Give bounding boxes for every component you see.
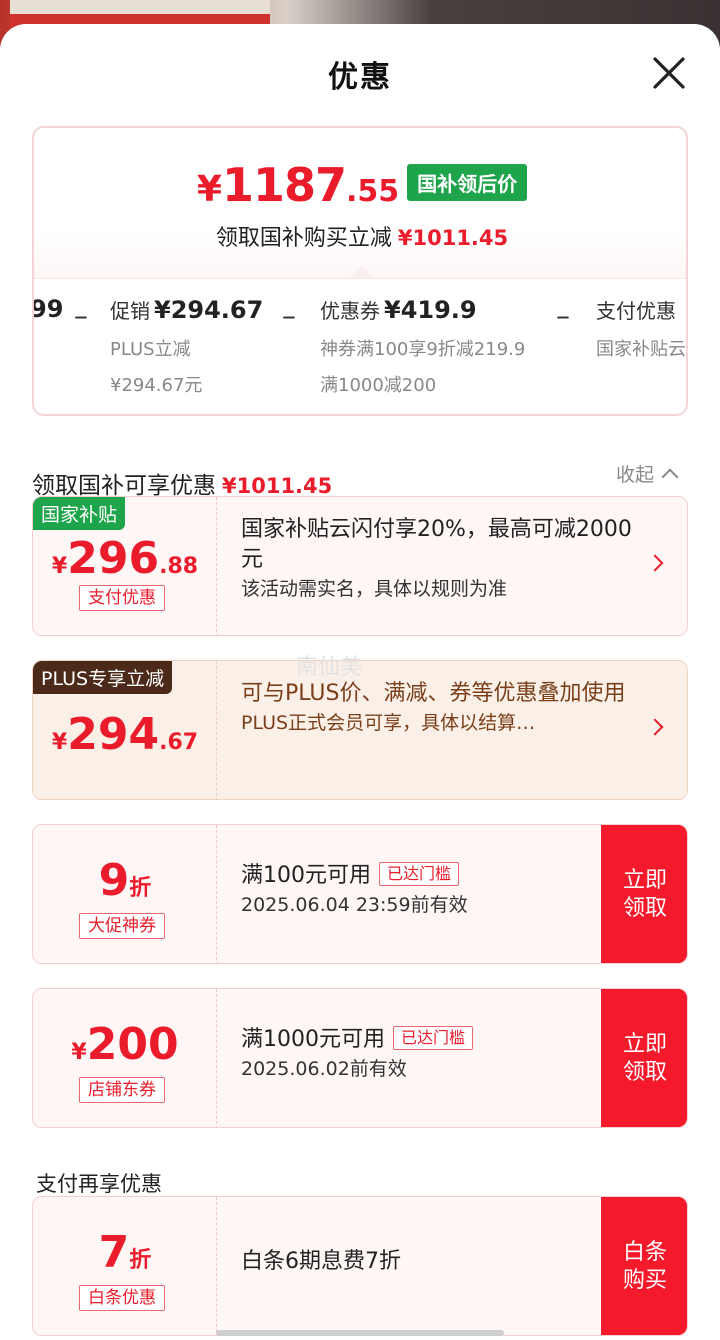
summary-subtitle: 领取国补购买立减 ¥1011.45	[34, 220, 686, 252]
breakdown-label: 支付优惠	[596, 299, 676, 323]
chevron-up-icon	[661, 468, 679, 486]
card-amount: 7折	[98, 1227, 152, 1278]
breakdown-item-coupon: 优惠券 ¥419.9 神券满100享9折减219.9 满1000减200	[320, 295, 525, 404]
card-title: 满1000元可用	[241, 1027, 385, 1052]
breakdown-label: 优惠券	[320, 299, 380, 323]
breakdown-amount: ¥419.9	[384, 296, 477, 324]
card-badge: 国家补贴	[33, 497, 126, 530]
discount-card-plus[interactable]: PLUS专享立减 ¥294.67 可与PLUS价、满减、券等优惠叠加使用 PLU…	[32, 660, 688, 800]
discounts-heading-amount: ¥1011.45	[222, 474, 333, 498]
card-note: 该活动需实名，具体以规则为准	[241, 578, 508, 600]
breakdown-detail: 满1000减200	[320, 375, 437, 396]
card-title: 可与PLUS价、满减、券等优惠叠加使用	[241, 681, 626, 706]
coupon-card-200: ¥200 店铺东券 满1000元可用 已达门槛 2025.06.02前有效 立即领…	[32, 988, 688, 1128]
card-title: 国家补贴云闪付享20%，最高可减2000元	[241, 517, 632, 572]
threshold-reached-badge: 已达门槛	[393, 1026, 474, 1050]
collapse-label: 收起	[616, 464, 655, 486]
subtitle-text: 领取国补购买立减	[215, 226, 392, 251]
home-indicator	[216, 1330, 504, 1336]
claim-coupon-button[interactable]: 立即领取	[601, 989, 687, 1127]
breakdown-item-pay: 支付优惠 国家补贴云	[596, 295, 686, 368]
card-left: PLUS专享立减 ¥294.67	[33, 661, 217, 799]
card-amount: ¥296.88	[51, 533, 199, 584]
card-body: 白条6期息费7折	[241, 1247, 641, 1277]
threshold-reached-badge: 已达门槛	[379, 862, 460, 886]
pointer-triangle	[350, 266, 374, 278]
card-note: PLUS正式会员可享，具体以结算…	[241, 712, 536, 734]
breakdown-detail: ¥294.67元	[110, 375, 203, 396]
card-left: 7折 白条优惠	[33, 1197, 217, 1335]
discount-sheet: 优惠 ¥1187.55 国补领后价 领取国补购买立减 ¥1011.45 99 – 促…	[0, 24, 720, 1340]
breakdown-item-cut: 99	[32, 295, 64, 323]
card-expiry: 2025.06.04 23:59前有效	[241, 894, 468, 916]
final-price: ¥1187.55 国补领后价	[34, 158, 686, 212]
card-left: 国家补贴 ¥296.88 支付优惠	[33, 497, 217, 635]
card-amount: ¥200	[71, 1019, 179, 1070]
card-expiry: 2025.06.02前有效	[241, 1058, 407, 1080]
card-left: 9折 大促神券	[33, 825, 217, 963]
sheet-title: 优惠	[328, 60, 392, 95]
price-breakdown[interactable]: 99 – 促销 ¥294.67 PLUS立减 ¥294.67元 – 优惠券 ¥419.…	[32, 278, 686, 414]
card-title: 满100元可用	[241, 863, 371, 888]
card-left: ¥200 店铺东券	[33, 989, 217, 1127]
card-chip: 白条优惠	[79, 1285, 165, 1311]
card-badge: PLUS专享立减	[33, 661, 173, 694]
breakdown-cut-amount: 99	[32, 295, 64, 323]
card-body: 满100元可用 已达门槛 2025.06.04 23:59前有效	[241, 861, 641, 919]
payment-card-baitiao: 7折 白条优惠 白条6期息费7折 白条购买	[32, 1196, 688, 1336]
price-tag-badge: 国补领后价	[407, 164, 528, 201]
close-icon[interactable]	[648, 52, 690, 94]
breakdown-detail: PLUS立减	[110, 339, 191, 360]
coupon-card-9-discount: 9折 大促神券 满100元可用 已达门槛 2025.06.04 23:59前有效 …	[32, 824, 688, 964]
breakdown-detail: 神券满100享9折减219.9	[320, 339, 526, 360]
card-body: 满1000元可用 已达门槛 2025.06.02前有效	[241, 1025, 641, 1083]
price-summary-card: ¥1187.55 国补领后价 领取国补购买立减 ¥1011.45 99 – 促销 ¥2…	[32, 126, 688, 416]
price-currency: ¥	[196, 169, 222, 210]
card-chip: 支付优惠	[79, 585, 165, 611]
breakdown-amount: ¥294.67	[154, 296, 264, 324]
subtitle-amount: ¥1011.45	[397, 226, 509, 250]
card-chip: 大促神券	[79, 913, 165, 939]
discount-card-national-subsidy[interactable]: 国家补贴 ¥296.88 支付优惠 国家补贴云闪付享20%，最高可减2000元 …	[32, 496, 688, 636]
minus-sign: –	[556, 299, 570, 332]
card-title: 白条6期息费7折	[241, 1249, 401, 1274]
card-body: 可与PLUS价、满减、券等优惠叠加使用 PLUS正式会员可享，具体以结算…	[241, 679, 641, 737]
breakdown-detail: 国家补贴云	[596, 339, 686, 360]
breakdown-label: 促销	[110, 299, 150, 323]
summary-top: ¥1187.55 国补领后价 领取国补购买立减 ¥1011.45	[34, 128, 686, 278]
claim-coupon-button[interactable]: 立即领取	[601, 825, 687, 963]
card-amount: ¥294.67	[51, 709, 199, 760]
card-amount: 9折	[98, 855, 152, 906]
discounts-heading: 领取国补可享优惠 ¥1011.45	[32, 466, 332, 500]
minus-sign: –	[74, 299, 88, 332]
chevron-right-icon[interactable]	[646, 718, 664, 736]
watermark: 南仙美	[296, 655, 363, 680]
chevron-right-icon[interactable]	[646, 554, 664, 572]
collapse-button[interactable]: 收起	[616, 460, 679, 487]
baitiao-buy-button[interactable]: 白条购买	[601, 1197, 687, 1335]
price-decimal: .55	[345, 174, 400, 209]
pay-section-heading: 支付再享优惠	[36, 1172, 162, 1196]
breakdown-item-promo: 促销 ¥294.67 PLUS立减 ¥294.67元	[110, 295, 263, 404]
minus-sign: –	[282, 299, 296, 332]
card-chip: 店铺东券	[79, 1077, 165, 1103]
price-integer: 1187	[221, 158, 347, 212]
card-body: 国家补贴云闪付享20%，最高可减2000元 该活动需实名，具体以规则为准	[241, 515, 641, 603]
